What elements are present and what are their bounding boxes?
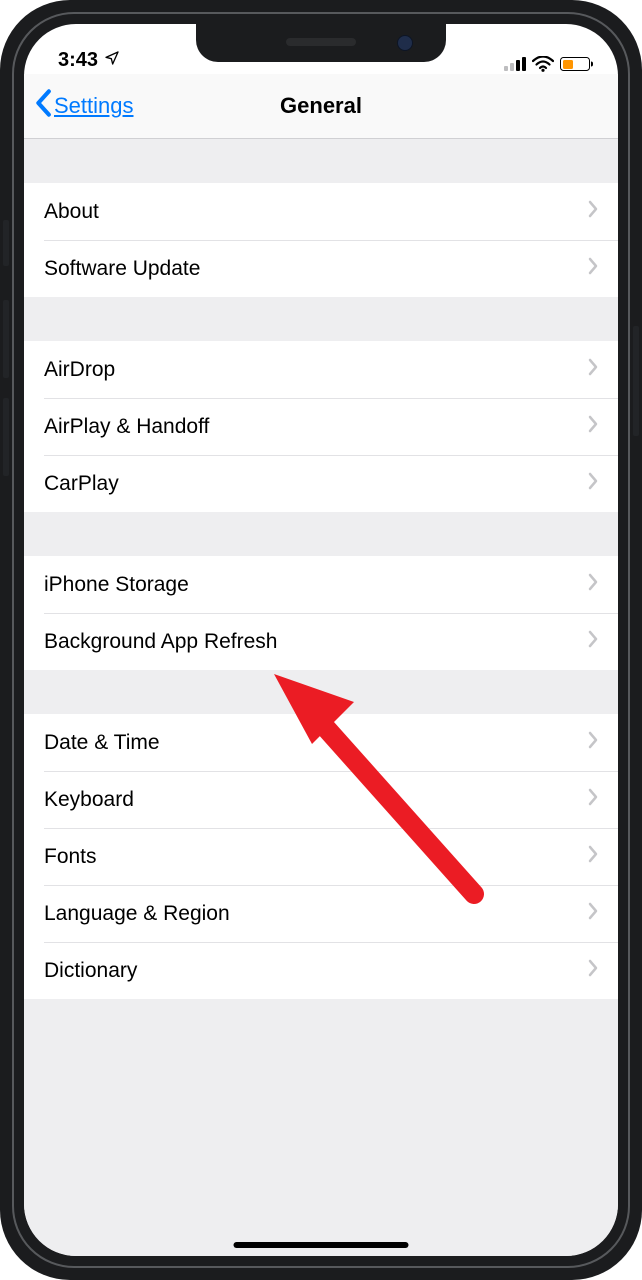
row-label: AirDrop — [44, 358, 588, 382]
wifi-icon — [532, 56, 554, 72]
chevron-right-icon — [588, 415, 598, 439]
notch — [196, 24, 446, 62]
row-airdrop[interactable]: AirDrop — [24, 341, 618, 398]
status-time: 3:43 — [58, 49, 98, 72]
row-label: iPhone Storage — [44, 573, 588, 597]
row-label: Fonts — [44, 845, 588, 869]
row-software-update[interactable]: Software Update — [24, 240, 618, 297]
row-keyboard[interactable]: Keyboard — [24, 771, 618, 828]
settings-list[interactable]: About Software Update AirDrop AirPlay & … — [24, 139, 618, 1256]
row-label: AirPlay & Handoff — [44, 415, 588, 439]
settings-group: AirDrop AirPlay & Handoff CarPlay — [24, 341, 618, 512]
battery-icon — [560, 57, 590, 71]
chevron-right-icon — [588, 731, 598, 755]
navigation-bar: Settings General — [24, 74, 618, 139]
chevron-right-icon — [588, 902, 598, 926]
chevron-right-icon — [588, 573, 598, 597]
chevron-right-icon — [588, 845, 598, 869]
chevron-right-icon — [588, 959, 598, 983]
row-label: About — [44, 200, 588, 224]
home-indicator[interactable] — [234, 1242, 409, 1248]
row-background-app-refresh[interactable]: Background App Refresh — [24, 613, 618, 670]
row-dictionary[interactable]: Dictionary — [24, 942, 618, 999]
chevron-right-icon — [588, 257, 598, 281]
row-airplay-handoff[interactable]: AirPlay & Handoff — [24, 398, 618, 455]
settings-group: Date & Time Keyboard Fonts Language & Re… — [24, 714, 618, 999]
row-label: Dictionary — [44, 959, 588, 983]
screen: 3:43 — [24, 24, 618, 1256]
settings-group: iPhone Storage Background App Refresh — [24, 556, 618, 670]
chevron-right-icon — [588, 200, 598, 224]
cellular-signal-icon — [504, 57, 526, 71]
back-button[interactable]: Settings — [34, 89, 134, 123]
chevron-right-icon — [588, 630, 598, 654]
settings-group: About Software Update — [24, 183, 618, 297]
phone-frame: 3:43 — [0, 0, 642, 1280]
row-carplay[interactable]: CarPlay — [24, 455, 618, 512]
row-label: Software Update — [44, 257, 588, 281]
row-fonts[interactable]: Fonts — [24, 828, 618, 885]
back-label: Settings — [54, 93, 134, 119]
chevron-left-icon — [34, 89, 52, 123]
location-services-icon — [104, 50, 120, 71]
row-label: Background App Refresh — [44, 630, 588, 654]
chevron-right-icon — [588, 788, 598, 812]
row-language-region[interactable]: Language & Region — [24, 885, 618, 942]
row-about[interactable]: About — [24, 183, 618, 240]
chevron-right-icon — [588, 472, 598, 496]
row-date-time[interactable]: Date & Time — [24, 714, 618, 771]
row-label: Language & Region — [44, 902, 588, 926]
row-label: Date & Time — [44, 731, 588, 755]
row-iphone-storage[interactable]: iPhone Storage — [24, 556, 618, 613]
chevron-right-icon — [588, 358, 598, 382]
row-label: CarPlay — [44, 472, 588, 496]
row-label: Keyboard — [44, 788, 588, 812]
